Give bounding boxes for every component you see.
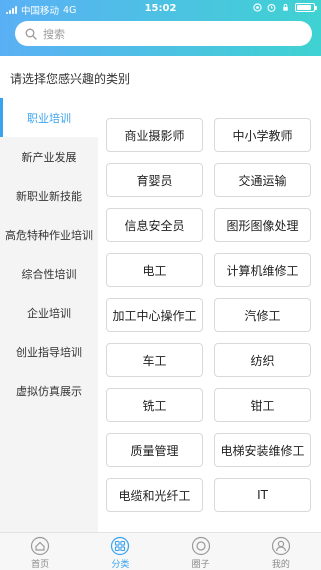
location-icon bbox=[253, 3, 262, 12]
sidebar-item[interactable]: 新职业新技能 bbox=[0, 176, 98, 215]
tab-home[interactable]: 首页 bbox=[0, 533, 80, 570]
sidebar-item[interactable]: 新产业发展 bbox=[0, 137, 98, 176]
category-button[interactable]: 电缆和光纤工 bbox=[106, 478, 203, 512]
status-bar: 中国移动 4G 15:02 bbox=[0, 0, 321, 18]
category-button[interactable]: 信息安全员 bbox=[106, 208, 203, 242]
category-button[interactable]: 商业摄影师 bbox=[106, 118, 203, 152]
category-button[interactable]: 纺织 bbox=[214, 343, 311, 377]
circle-icon bbox=[191, 536, 210, 556]
sidebar-item[interactable]: 职业培训 bbox=[0, 98, 98, 137]
sidebar: 职业培训 新产业发展 新职业新技能 高危特种作业培训 综合性培训 企业培训 创业指导培训 虚拟… bbox=[0, 98, 98, 532]
category-button[interactable]: 中小学教师 bbox=[214, 118, 311, 152]
status-right bbox=[253, 3, 317, 12]
sidebar-item[interactable]: 高危特种作业培训 bbox=[0, 215, 98, 254]
sidebar-item[interactable]: 创业指导培训 bbox=[0, 332, 98, 371]
category-button[interactable]: IT bbox=[214, 478, 311, 512]
tab-circle[interactable]: 圈子 bbox=[161, 533, 241, 570]
category-button[interactable]: 电工 bbox=[106, 253, 203, 287]
tab-bar: 首页 分类 圈子 我的 bbox=[0, 532, 321, 570]
sidebar-item[interactable]: 综合性培训 bbox=[0, 254, 98, 293]
tab-profile-label: 我的 bbox=[271, 560, 290, 570]
category-button[interactable]: 车工 bbox=[106, 343, 203, 377]
category-icon bbox=[111, 536, 130, 556]
category-button[interactable]: 质量管理 bbox=[106, 433, 203, 467]
sidebar-item[interactable]: 企业培训 bbox=[0, 293, 98, 332]
profile-icon bbox=[271, 536, 290, 556]
rotation-lock-icon bbox=[283, 3, 288, 11]
category-button[interactable]: 汽修工 bbox=[214, 298, 311, 332]
category-button[interactable]: 育婴员 bbox=[106, 163, 203, 197]
home-icon bbox=[31, 536, 50, 556]
tab-category-label: 分类 bbox=[111, 560, 130, 570]
tab-category[interactable]: 分类 bbox=[80, 533, 160, 570]
category-button[interactable]: 铣工 bbox=[106, 388, 203, 422]
category-button[interactable]: 钳工 bbox=[214, 388, 311, 422]
sidebar-item[interactable]: 虚拟仿真展示 bbox=[0, 371, 98, 410]
search-placeholder: 搜索 bbox=[43, 27, 65, 41]
category-prompt: 请选择您感兴趣的类别 bbox=[10, 72, 131, 86]
tab-circle-label: 圈子 bbox=[191, 560, 210, 570]
battery-icon bbox=[295, 3, 317, 12]
category-button[interactable]: 图形图像处理 bbox=[214, 208, 311, 242]
category-button[interactable]: 加工中心操作工 bbox=[106, 298, 203, 332]
category-button[interactable]: 交通运输 bbox=[214, 163, 311, 197]
search-input[interactable]: 搜索 bbox=[15, 21, 312, 46]
battery-fill bbox=[297, 5, 311, 10]
tab-profile[interactable]: 我的 bbox=[241, 533, 321, 570]
category-button[interactable]: 电梯安装维修工 bbox=[214, 433, 311, 467]
category-button[interactable]: 计算机维修工 bbox=[214, 253, 311, 287]
search-icon bbox=[25, 28, 37, 40]
alarm-icon bbox=[267, 3, 276, 12]
tab-home-label: 首页 bbox=[31, 560, 50, 570]
